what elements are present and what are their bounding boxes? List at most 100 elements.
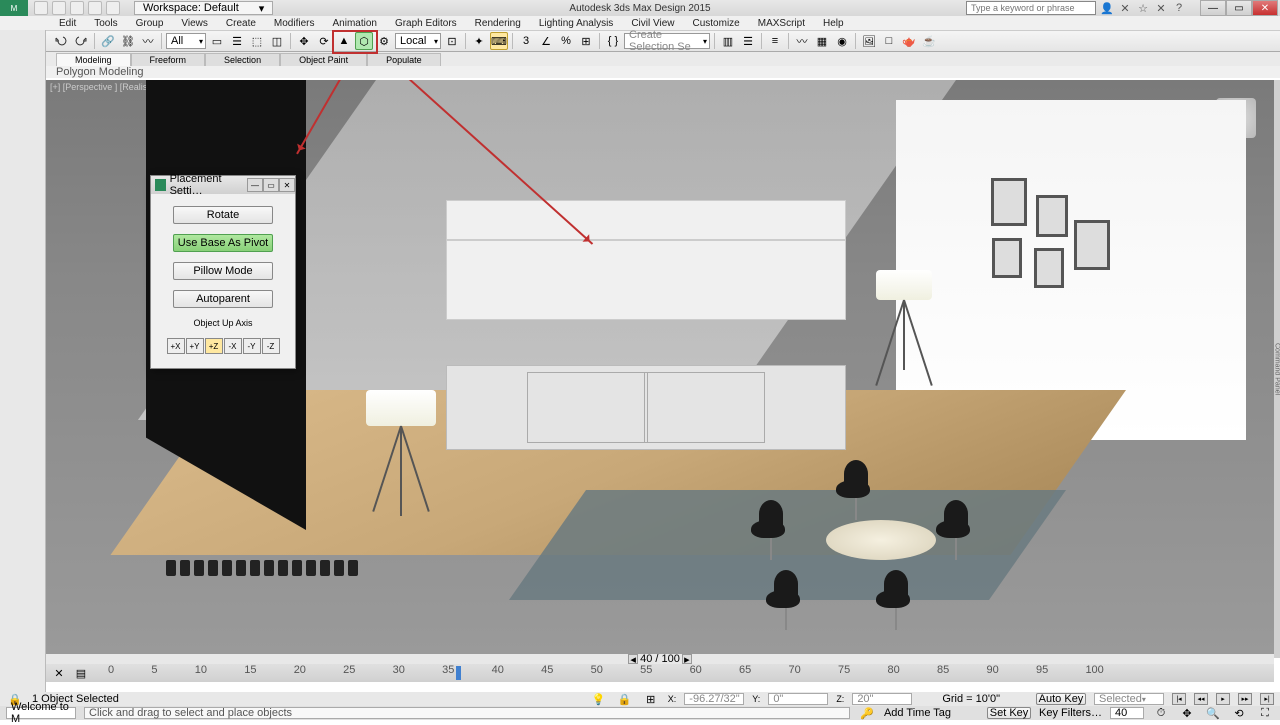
dialog-minimize-button[interactable]: —: [247, 178, 263, 192]
script-listener[interactable]: Welcome to M: [6, 707, 76, 719]
timeline-config-icon[interactable]: ✕: [50, 664, 68, 682]
menu-maxscript[interactable]: MAXScript: [749, 18, 814, 29]
window-crossing-button[interactable]: ◫: [268, 32, 286, 50]
menu-customize[interactable]: Customize: [683, 18, 748, 29]
timeline-scrollbar[interactable]: ◂ 40 / 100 ▸: [46, 654, 1274, 664]
select-name-button[interactable]: ☰: [228, 32, 246, 50]
new-icon[interactable]: [34, 1, 48, 15]
percent-snap-button[interactable]: %: [557, 32, 575, 50]
ribbon-tab-freeform[interactable]: Freeform: [131, 53, 206, 66]
nav-pan-icon[interactable]: ✥: [1178, 704, 1196, 722]
x-field[interactable]: -96.27/32": [684, 693, 744, 705]
pillow-mode-button[interactable]: Pillow Mode: [173, 262, 273, 280]
y-field[interactable]: 0": [768, 693, 828, 705]
link-button[interactable]: 🔗: [99, 32, 117, 50]
viewport-label[interactable]: [+] [Perspective ] [Realistic ]: [50, 82, 161, 92]
time-tag-icon[interactable]: 🔑: [858, 704, 876, 722]
dialog-close-button[interactable]: ✕: [279, 178, 295, 192]
menu-lighting-analysis[interactable]: Lighting Analysis: [530, 18, 623, 29]
setkey-button[interactable]: Set Key: [987, 707, 1031, 719]
rect-region-button[interactable]: ⬚: [248, 32, 266, 50]
viewport[interactable]: [+] [Perspective ] [Realistic ]: [46, 80, 1274, 658]
dialog-maximize-button[interactable]: ▭: [263, 178, 279, 192]
selection-filter-dropdown[interactable]: All: [166, 33, 206, 49]
close-button[interactable]: ✕: [1252, 0, 1278, 16]
material-editor-button[interactable]: ◉: [833, 32, 851, 50]
menu-animation[interactable]: Animation: [323, 18, 385, 29]
menu-help[interactable]: Help: [814, 18, 853, 29]
signin-icon[interactable]: 👤: [1100, 1, 1114, 15]
redo-button[interactable]: [72, 32, 90, 50]
undo-icon[interactable]: [88, 1, 102, 15]
axis-minus-y[interactable]: -Y: [243, 338, 261, 354]
align-button[interactable]: ☰: [739, 32, 757, 50]
save-icon[interactable]: [70, 1, 84, 15]
axis-minus-z[interactable]: -Z: [262, 338, 280, 354]
timeline-slider[interactable]: [456, 666, 461, 680]
placement-button[interactable]: ⬡: [355, 32, 373, 50]
axis-plusminus-z[interactable]: +Z: [205, 338, 223, 354]
exchange-icon[interactable]: ✕: [1118, 1, 1132, 15]
axis-minus-x[interactable]: -X: [224, 338, 242, 354]
schematic-button[interactable]: ▦: [813, 32, 831, 50]
menu-views[interactable]: Views: [172, 18, 217, 29]
curve-editor-button[interactable]: 〰: [793, 32, 811, 50]
nav-max-icon[interactable]: ⛶: [1256, 704, 1274, 722]
angle-snap-button[interactable]: ∠: [537, 32, 555, 50]
ribbon-tab-modeling[interactable]: Modeling: [56, 53, 131, 66]
scroll-left-button[interactable]: ◂: [628, 654, 638, 664]
render-iterative-button[interactable]: ☕: [920, 32, 938, 50]
maximize-button[interactable]: ▭: [1226, 0, 1252, 16]
minimize-button[interactable]: —: [1200, 0, 1226, 16]
render-frame-button[interactable]: □: [880, 32, 898, 50]
snap-button[interactable]: 3: [517, 32, 535, 50]
layers-button[interactable]: ≡: [766, 32, 784, 50]
dialog-titlebar[interactable]: Placement Setti… — ▭ ✕: [151, 176, 295, 194]
nav-orbit-icon[interactable]: ⟲: [1230, 704, 1248, 722]
workspace-dropdown[interactable]: Workspace: Default▾: [134, 1, 273, 15]
menu-edit[interactable]: Edit: [50, 18, 85, 29]
app-logo-icon[interactable]: M: [0, 0, 28, 16]
rotate-button[interactable]: Rotate: [173, 206, 273, 224]
nav-zoom-icon[interactable]: 🔍: [1204, 704, 1222, 722]
render-button[interactable]: 🫖: [900, 32, 918, 50]
autoparent-button[interactable]: Autoparent: [173, 290, 273, 308]
ribbon-tab-selection[interactable]: Selection: [205, 53, 280, 66]
use-base-pivot-button[interactable]: Use Base As Pivot: [173, 234, 273, 252]
menu-graph-editors[interactable]: Graph Editors: [386, 18, 466, 29]
scale-button[interactable]: ▲: [335, 32, 353, 50]
menu-group[interactable]: Group: [127, 18, 173, 29]
current-frame-field[interactable]: 40: [1110, 707, 1144, 719]
placement-settings-button[interactable]: ⚙: [375, 32, 393, 50]
menu-create[interactable]: Create: [217, 18, 265, 29]
command-panel-handle[interactable]: Command Panel: [1274, 80, 1280, 658]
search-input[interactable]: [966, 1, 1096, 15]
menu-modifiers[interactable]: Modifiers: [265, 18, 324, 29]
manipulate-button[interactable]: ✦: [470, 32, 488, 50]
edit-selset-button[interactable]: { }: [604, 32, 622, 50]
use-pivot-button[interactable]: ⊡: [443, 32, 461, 50]
spinner-snap-button[interactable]: ⊞: [577, 32, 595, 50]
mirror-button[interactable]: ▥: [719, 32, 737, 50]
move-button[interactable]: ✥: [295, 32, 313, 50]
timeline[interactable]: ✕ ▤ 051015202530354045505560657075808590…: [46, 664, 1274, 682]
cloud-icon[interactable]: ✕: [1154, 1, 1168, 15]
rotate-button[interactable]: ⟳: [315, 32, 333, 50]
ribbon-tab-object-paint[interactable]: Object Paint: [280, 53, 367, 66]
timeline-filter-icon[interactable]: ▤: [72, 664, 90, 682]
menu-civil-view[interactable]: Civil View: [622, 18, 683, 29]
coord-dropdown[interactable]: Local: [395, 33, 441, 49]
favorites-icon[interactable]: ☆: [1136, 1, 1150, 15]
keyboard-shortcut-button[interactable]: ⌨: [490, 32, 508, 50]
select-button[interactable]: ▭: [208, 32, 226, 50]
axis-plusminus-x[interactable]: +X: [167, 338, 185, 354]
redo-icon[interactable]: [106, 1, 120, 15]
selection-set-dropdown[interactable]: Create Selection Se: [624, 33, 710, 49]
menu-rendering[interactable]: Rendering: [466, 18, 530, 29]
autokey-button[interactable]: Auto Key: [1036, 693, 1086, 705]
axis-plusminus-y[interactable]: +Y: [186, 338, 204, 354]
help-icon[interactable]: ?: [1172, 1, 1186, 15]
unlink-button[interactable]: ⛓: [119, 32, 137, 50]
open-icon[interactable]: [52, 1, 66, 15]
key-filters-link[interactable]: Key Filters…: [1039, 707, 1102, 719]
